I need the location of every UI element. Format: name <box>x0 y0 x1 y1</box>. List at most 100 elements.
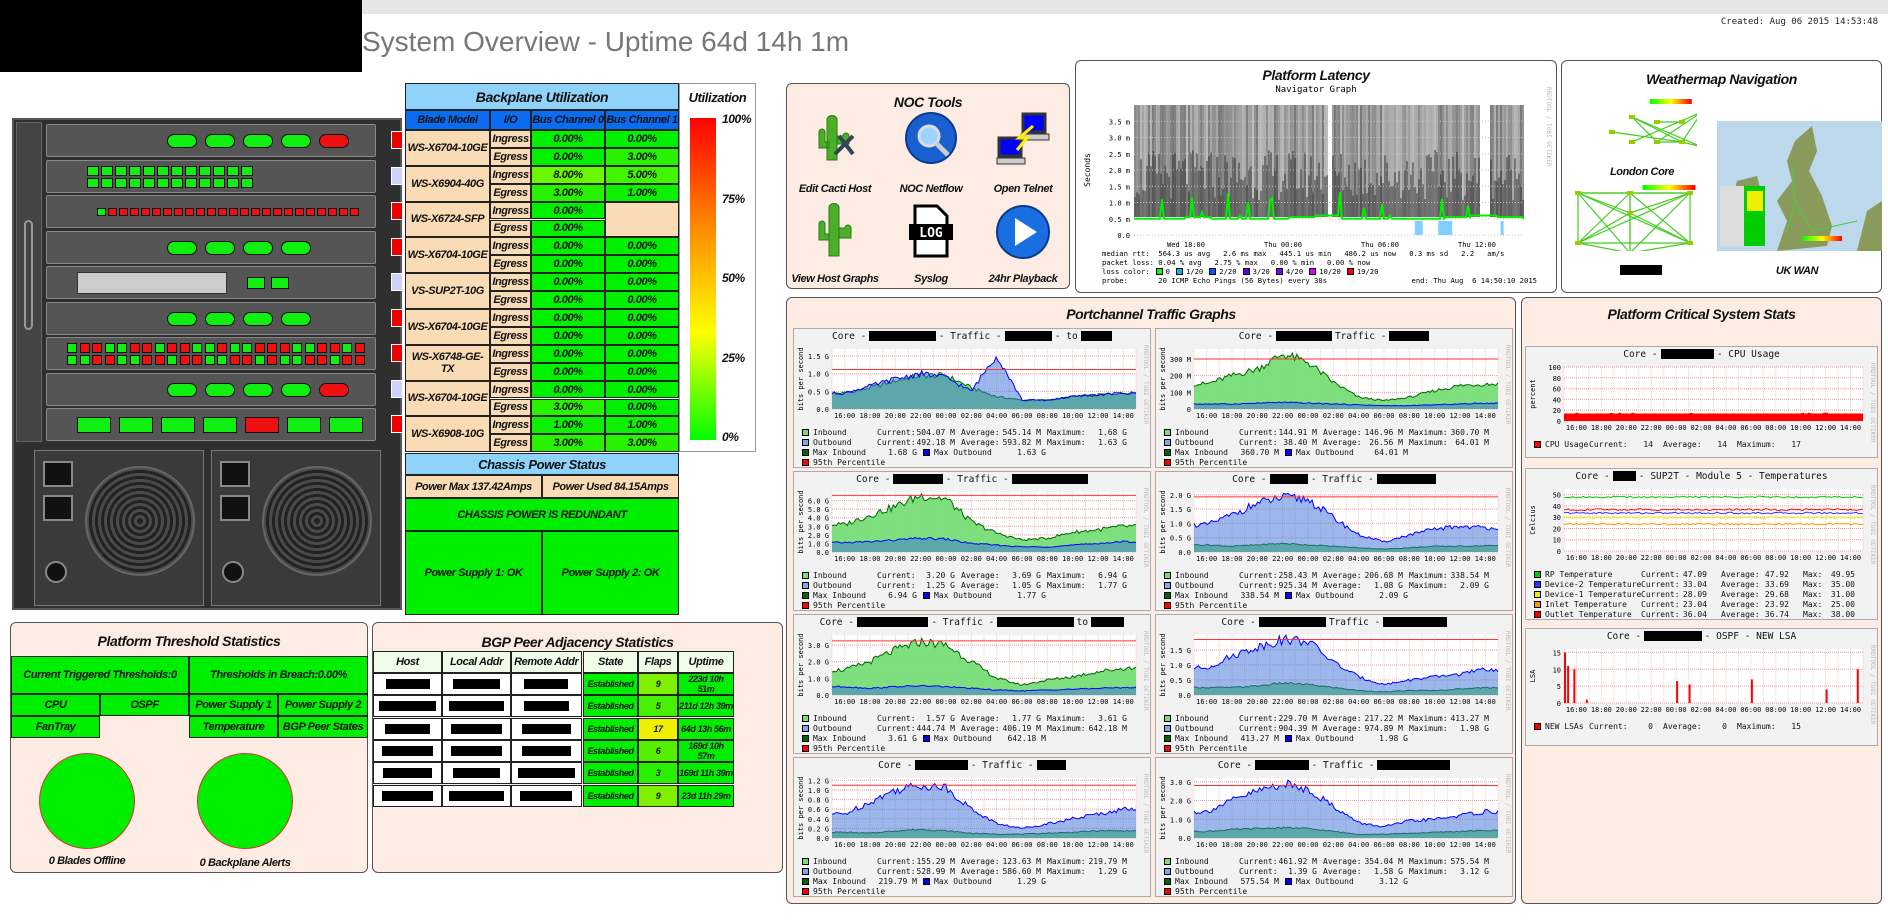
legend-key: Maximum: <box>1047 437 1086 447</box>
legend-key: Maximum: <box>1409 713 1448 723</box>
redacted-map-thumbnail[interactable] <box>1570 183 1702 251</box>
thresholds-in-breach[interactable]: Thresholds in Breach:0.00% <box>189 656 368 694</box>
x-tick-label: 10:00 <box>1790 424 1811 432</box>
legend-label: Inbound <box>813 713 847 723</box>
redacted-name <box>915 760 968 770</box>
noc-tool-syslog[interactable]: LOG Syslog <box>883 202 979 285</box>
graph-card-traffic-2[interactable]: Core - Traffic - RRDTOOL / TOBI OETIKER 0 10… <box>1155 328 1513 468</box>
graph-card-temps[interactable]: Core - - SUP2T - Module 5 - Temperatures R… <box>1525 468 1878 620</box>
port-status-led <box>350 208 359 216</box>
london-core-map-thumbnail[interactable] <box>1592 97 1697 157</box>
graph-card-traffic-8[interactable]: Core - - Traffic - RRDTOOL / TOBI OETIKER 0… <box>1155 757 1513 897</box>
smoke-band <box>1318 162 1320 217</box>
port-status-led <box>279 343 290 353</box>
threshold-bgp-peer-states[interactable]: BGP Peer States <box>278 716 368 738</box>
graph-card-cpu[interactable]: Core - - CPU Usage RRDTOOL / TOBI OETIKER 0… <box>1525 346 1878 458</box>
legend-swatch <box>1164 448 1171 456</box>
map-node <box>1575 241 1581 245</box>
legend-row: 95th Percentile <box>794 600 1150 610</box>
port-status-led <box>243 382 273 397</box>
y-tick-label: 3.0 G <box>1170 779 1191 787</box>
x-tick-label: 10:00 <box>1062 698 1083 706</box>
io-direction: Egress <box>493 258 528 271</box>
current-value: 229.70 M <box>1278 713 1317 723</box>
bgp-uptime-cell: 23d 11h 29m <box>678 784 734 807</box>
bus-utilization: 0.00% <box>553 240 583 253</box>
graph-card-traffic-1[interactable]: Core - - Traffic - - to RRDTOOL / TOBI OETI… <box>793 328 1151 468</box>
legend-row: Outbound Current: 528.99 M Average: 586.60 M… <box>794 866 1150 876</box>
bus-utilization: 0.00% <box>553 365 583 378</box>
threshold-fantray[interactable]: FanTray <box>11 716 100 738</box>
noc-tool-open-telnet[interactable]: Open Telnet <box>975 110 1071 195</box>
max-inbound-value: 3.61 G <box>888 733 917 743</box>
legend-key: Average: <box>1323 713 1362 723</box>
noc-tool-24hr-playback[interactable]: 24hr Playback <box>975 202 1071 285</box>
threshold-title: Platform Threshold Statistics <box>97 633 281 649</box>
x-tick-label: 18:00 <box>859 698 880 706</box>
graph-card-traffic-7[interactable]: Core - - Traffic - RRDTOOL / TOBI OETIKER 0… <box>793 757 1151 897</box>
graph-card-traffic-3[interactable]: Core - - Traffic - RRDTOOL / TOBI OETIKER 0… <box>793 471 1151 611</box>
threshold-ospf[interactable]: OSPF <box>100 694 189 716</box>
port-status-led <box>281 134 311 148</box>
bus-channel-0-value: 0.00% <box>531 201 605 220</box>
legend-label: Max Inbound <box>813 590 866 600</box>
bus-channel-0-value: 0.00% <box>531 380 605 399</box>
legend-swatch <box>1534 600 1541 608</box>
smoke-band <box>1404 169 1406 217</box>
graph-card-traffic-4[interactable]: Core - - Traffic - RRDTOOL / TOBI OETIKER 0… <box>1155 471 1513 611</box>
port-status-led <box>241 177 253 188</box>
smoke-band <box>1492 199 1494 217</box>
smoke-band <box>1424 199 1426 217</box>
smoke-band <box>1426 155 1428 217</box>
bus-channel-1-value: 0.00% <box>605 237 679 256</box>
port-status-led <box>205 240 235 255</box>
redacted-address <box>453 679 500 689</box>
map-node <box>1687 241 1693 245</box>
blade-model: WS-X6748-GE-TX <box>411 350 484 375</box>
bus-utilization: 0.00% <box>627 276 657 289</box>
maximum-value: 6.94 G <box>1098 570 1127 580</box>
legend-key: Average: <box>1323 866 1362 876</box>
smoke-band <box>1452 156 1454 217</box>
noc-tool-edit-cacti-host[interactable]: Edit Cacti Host <box>787 110 883 195</box>
noc-tool-view-host-graphs[interactable]: View Host Graphs <box>787 202 883 285</box>
graph-title-part: Core - <box>1232 473 1267 485</box>
legend-row: Device-2 Temperature Current: 33.04 Average… <box>1526 579 1877 589</box>
triggered-thresholds[interactable]: Current Triggered Thresholds:0 <box>11 656 189 694</box>
bgp-uptime: 169d 11h 39m <box>679 768 733 779</box>
graph-card-lsa[interactable]: Core - - OSPF - NEW LSA RRDTOOL / TOBI OET… <box>1525 628 1878 746</box>
legend-label: Outbound <box>1175 437 1214 447</box>
legend-key: Average: <box>961 713 1000 723</box>
smoke-band <box>1156 173 1158 217</box>
threshold-power-supply-2[interactable]: Power Supply 2 <box>278 694 368 716</box>
slot-indicator <box>391 273 403 291</box>
noc-tool-noc-netflow[interactable]: NOC Netflow <box>883 110 979 195</box>
max-inbound-value: 219.79 M <box>878 876 917 886</box>
max-inbound-value: 1.68 G <box>888 447 917 457</box>
uk-wan-map-thumbnail[interactable] <box>1717 121 1882 251</box>
legend-text: Average: <box>1663 721 1702 731</box>
bus-channel-1-value: 0.00% <box>605 380 679 399</box>
port-status-led <box>167 343 177 353</box>
lsa-spike-bar <box>1573 669 1576 703</box>
graph-card-traffic-6[interactable]: Core - Traffic - RRDTOOL / TOBI OETIKER 0.0… <box>1155 614 1513 754</box>
bgp-state-cell: Established <box>583 695 638 718</box>
packet-loss-mark <box>1438 221 1453 235</box>
threshold-power-supply-1[interactable]: Power Supply 1 <box>189 694 278 716</box>
smoke-band <box>1136 192 1138 217</box>
legend-key: Maximum: <box>1047 580 1086 590</box>
max-outbound-value: 2.09 G <box>1379 590 1408 600</box>
maximum-value: 575.54 M <box>1450 856 1489 866</box>
bgp-uptime: 223d 10h 51m <box>688 674 724 694</box>
port-status-led <box>157 165 169 176</box>
threshold-temperature[interactable]: Temperature <box>189 716 278 738</box>
smoke-band <box>1214 197 1216 217</box>
portchannel-title: Portchannel Traffic Graphs <box>1066 306 1236 322</box>
threshold-cpu[interactable]: CPU <box>11 694 100 716</box>
legend-swatch <box>802 734 809 742</box>
graph-card-traffic-5[interactable]: Core - - Traffic - to RRDTOOL / TOBI OETIKE… <box>793 614 1151 754</box>
x-tick-label: 00:00 <box>1666 424 1687 432</box>
power-title: Chassis Power Status <box>405 453 679 475</box>
blade-model-cell: WS-X6704-10GE <box>405 309 490 345</box>
maximum-value: 642.18 M <box>1088 723 1127 733</box>
